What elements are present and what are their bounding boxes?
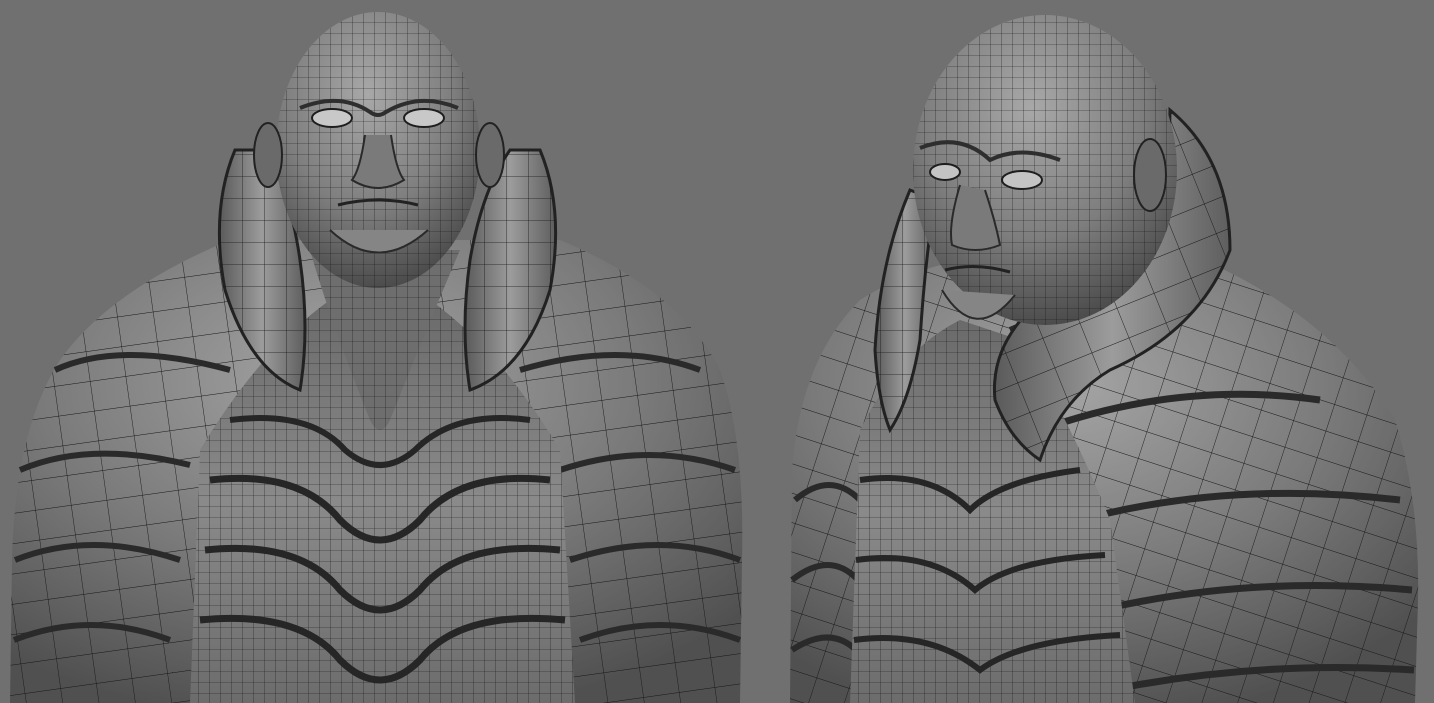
render-viewport xyxy=(0,0,1434,703)
three-quarter-view-model xyxy=(790,15,1419,703)
front-view-model xyxy=(10,12,743,703)
side-head xyxy=(913,15,1177,325)
render-canvas xyxy=(10,12,1419,703)
